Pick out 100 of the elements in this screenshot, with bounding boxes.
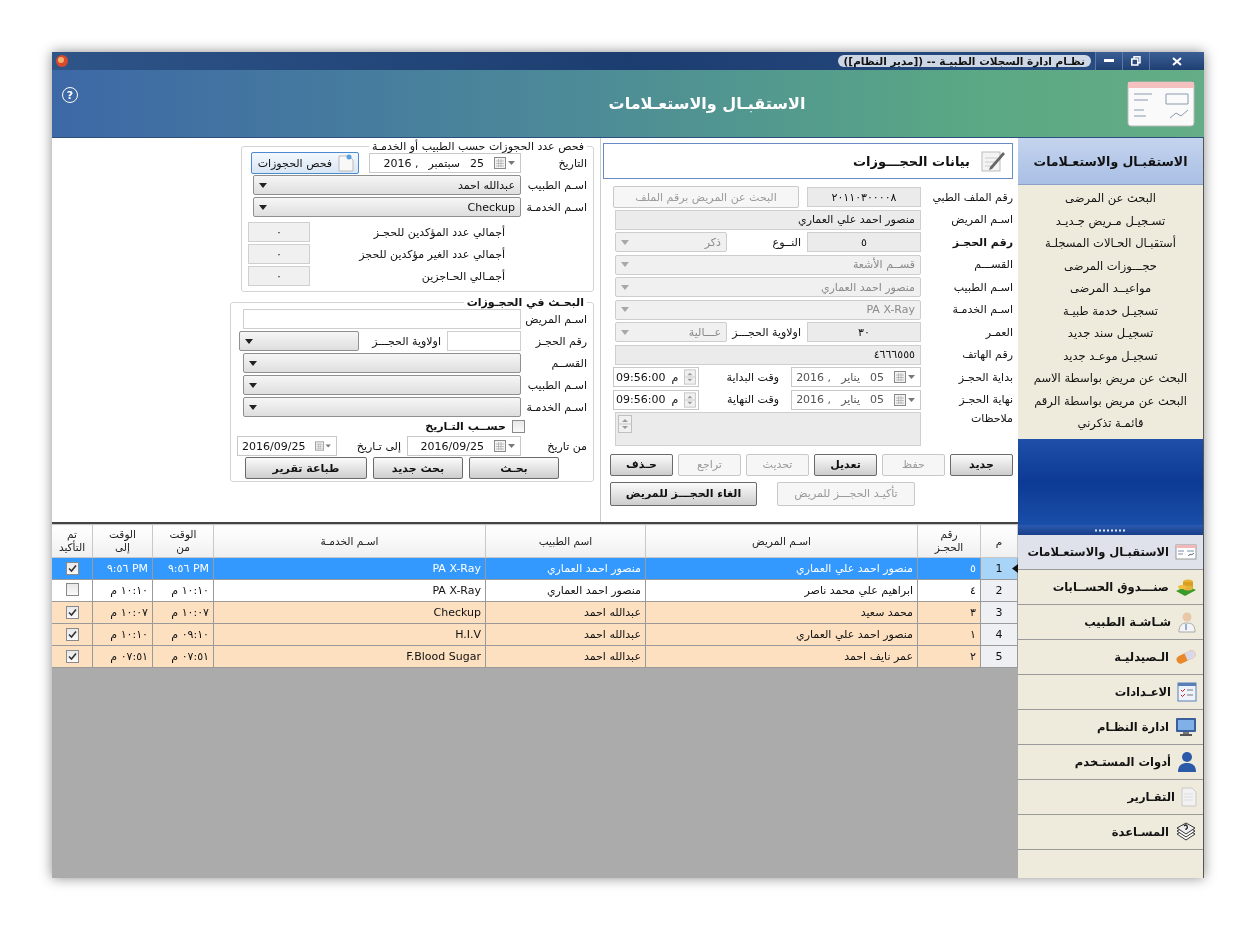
date-picker[interactable]: 2016/09/25 bbox=[407, 436, 521, 456]
search-panel-button[interactable]: بحث جديد bbox=[373, 457, 463, 479]
table-cell: ١٠:١٠ م bbox=[152, 579, 214, 602]
sidebar-item[interactable]: قائمـة تذكرني bbox=[1077, 414, 1144, 433]
text-field[interactable]: ٥ bbox=[807, 232, 921, 252]
date-year: 2016 , bbox=[383, 156, 419, 170]
checkbox[interactable] bbox=[65, 627, 79, 641]
sidebar-item[interactable]: مواعيــد المرضى bbox=[1069, 279, 1152, 298]
field-label: رقم الهاتف bbox=[961, 348, 1013, 361]
text-field[interactable]: منصور احمد علي العماري bbox=[615, 209, 921, 230]
spinner-icon[interactable] bbox=[684, 368, 696, 386]
sidebar-item[interactable]: أستقبـال الحـالات المسجلـة bbox=[1045, 234, 1176, 253]
patient-name-field[interactable] bbox=[243, 309, 521, 329]
calendar-icon[interactable] bbox=[894, 371, 916, 383]
form-button[interactable]: حـذف bbox=[610, 453, 673, 476]
total-value: ٠ bbox=[248, 222, 310, 242]
checkbox[interactable] bbox=[512, 419, 525, 433]
column-header[interactable]: اسـم المريض bbox=[645, 524, 918, 558]
calendar-icon[interactable] bbox=[315, 440, 332, 452]
calendar-icon[interactable] bbox=[894, 393, 916, 406]
help-book-icon bbox=[1175, 822, 1197, 842]
column-header[interactable]: رقم الحجـز bbox=[917, 524, 981, 558]
total-value: ٠ bbox=[248, 244, 310, 264]
caret-icon bbox=[621, 284, 629, 290]
group-title: البحـث في الحجـوزات bbox=[465, 296, 585, 309]
notes-field[interactable] bbox=[615, 412, 921, 446]
dropdown[interactable] bbox=[243, 375, 521, 395]
calendar-icon[interactable] bbox=[494, 157, 516, 169]
field-label: اولاوية الحجـــز bbox=[733, 325, 801, 339]
column-header[interactable]: تم التأكيد bbox=[52, 524, 93, 558]
splitter-handle[interactable] bbox=[1018, 525, 1203, 535]
table-cell: Checkup bbox=[213, 601, 486, 624]
field-label: اسـم الطبيب bbox=[952, 280, 1013, 294]
document-icon bbox=[1181, 787, 1197, 807]
close-button[interactable] bbox=[1149, 52, 1204, 70]
column-header[interactable]: الوقت إلى bbox=[92, 524, 153, 558]
dropdown[interactable] bbox=[243, 397, 521, 417]
table-cell: PM ٩:٥٦ bbox=[92, 557, 153, 580]
table-cell: عبدالله احمد bbox=[485, 623, 646, 646]
checkbox[interactable] bbox=[65, 605, 79, 619]
date-day: 05 bbox=[870, 393, 884, 406]
column-header[interactable]: الوقت من bbox=[152, 524, 214, 558]
sidebar-item[interactable]: البحث عن مريض بواسطة الاسم bbox=[1033, 369, 1188, 388]
dropdown[interactable]: Checkup bbox=[253, 197, 521, 217]
caret-icon bbox=[259, 204, 267, 210]
date-picker[interactable]: 2016/09/25 bbox=[237, 436, 337, 456]
column-header[interactable]: اسـم الخدمـة bbox=[213, 524, 486, 558]
restore-button[interactable] bbox=[1122, 52, 1149, 70]
checkbox-label: حســب التـاريخ bbox=[425, 419, 506, 433]
sidebar-item[interactable]: تسجيـل خدمة طبيـة bbox=[1063, 301, 1158, 320]
row-header[interactable]: 1 bbox=[980, 557, 1018, 580]
app-icon[interactable] bbox=[55, 54, 69, 68]
table-cell: عمر نايف احمد bbox=[645, 645, 918, 668]
form-button[interactable]: تعديل bbox=[814, 453, 877, 476]
caret-icon bbox=[249, 404, 257, 410]
sidebar-item[interactable]: البحث عن مريض بواسطة الرقم bbox=[1034, 391, 1187, 410]
row-header[interactable]: 3 bbox=[980, 601, 1018, 624]
row-header[interactable]: 2 bbox=[980, 579, 1018, 602]
field-label: القســـم bbox=[973, 258, 1013, 271]
group-title: فحص عدد الحجوزات حسب الطبيب أو الخدمـة bbox=[371, 140, 585, 153]
text-field[interactable]: ٣٠ bbox=[807, 322, 921, 342]
sidebar-item[interactable]: حجـــوزات المرضى bbox=[1064, 256, 1157, 275]
action-button[interactable]: الغاء الحجـــز للمريض bbox=[610, 481, 757, 506]
date-day: 05 bbox=[870, 370, 884, 384]
sidebar-item[interactable]: تسجيـل موعـد جديد bbox=[1063, 346, 1158, 365]
booking-number-field[interactable] bbox=[447, 331, 521, 351]
grip-icon bbox=[1093, 528, 1128, 532]
nav-button[interactable]: الاستقبـال والاستعـلامات bbox=[1018, 535, 1203, 570]
dropdown[interactable] bbox=[239, 331, 359, 351]
table-cell: ٠٩:١٠ م bbox=[152, 623, 214, 646]
field-label: وقت البداية bbox=[725, 370, 780, 384]
dropdown[interactable] bbox=[243, 353, 521, 373]
table-cell: PM ٩:٥٦ bbox=[152, 557, 214, 580]
checkbox[interactable] bbox=[65, 561, 79, 575]
file-number-field[interactable]: ٢٠١١٠٣٠٠٠٠٨ bbox=[807, 187, 921, 207]
row-header[interactable]: 4 bbox=[980, 623, 1018, 646]
table-cell: عبدالله احمد bbox=[485, 645, 646, 668]
sidebar-item[interactable]: البحث عن المرضى bbox=[1065, 189, 1156, 208]
dropdown[interactable]: عبدالله احمد bbox=[253, 175, 521, 195]
sidebar-item[interactable]: تسجيـل سند جديد bbox=[1067, 324, 1154, 343]
check-bookings-button[interactable]: فحص الحجوزات bbox=[251, 152, 359, 174]
column-header[interactable]: م bbox=[980, 524, 1018, 558]
sidebar-item[interactable]: تسـجيـل مـريض جـديـد bbox=[1055, 211, 1166, 230]
checkbox[interactable] bbox=[65, 582, 79, 596]
spinner-icon[interactable] bbox=[618, 415, 632, 433]
calendar-icon[interactable] bbox=[494, 440, 516, 452]
row-header[interactable]: 5 bbox=[980, 645, 1018, 668]
checkbox[interactable] bbox=[65, 649, 79, 663]
table-cell: عبدالله احمد bbox=[485, 601, 646, 624]
field-label: العمـر bbox=[984, 325, 1013, 339]
minimize-button[interactable] bbox=[1095, 52, 1122, 70]
spinner-icon[interactable] bbox=[684, 390, 696, 409]
search-panel-button[interactable]: طباعة تقرير bbox=[245, 457, 367, 479]
form-button[interactable]: جديد bbox=[950, 453, 1013, 476]
text-field[interactable]: ٤٦٦٦٥٥٥ bbox=[615, 344, 921, 365]
field-label: التاريخ bbox=[557, 156, 587, 170]
table-cell: F.Blood Sugar bbox=[213, 645, 486, 668]
column-header[interactable]: اسم الطبيب bbox=[485, 524, 646, 558]
field-label: رقم الحجـز bbox=[534, 334, 587, 348]
search-panel-button[interactable]: بحـث bbox=[469, 457, 559, 479]
